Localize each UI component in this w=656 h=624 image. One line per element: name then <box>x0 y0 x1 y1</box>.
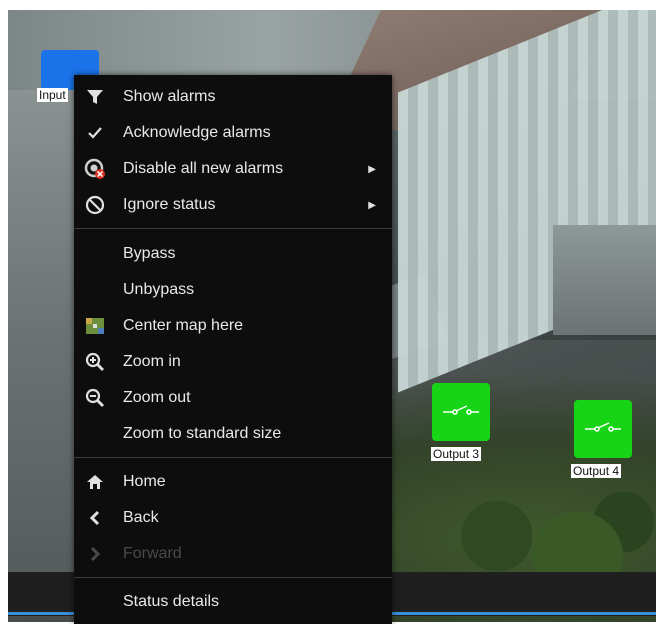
menu-item-disable-all-new-alarms[interactable]: Disable all new alarms ▶ <box>74 151 392 187</box>
zoom-in-icon <box>84 351 106 373</box>
menu-item-label: Zoom out <box>123 389 191 406</box>
menu-item-unbypass[interactable]: Unbypass <box>74 272 392 308</box>
menu-item-bypass[interactable]: Bypass <box>74 236 392 272</box>
menu-item-show-alarms[interactable]: Show alarms <box>74 79 392 115</box>
menu-item-acknowledge-alarms[interactable]: Acknowledge alarms <box>74 115 392 151</box>
menu-item-label: Bypass <box>123 245 176 262</box>
menu-item-back[interactable]: Back <box>74 500 392 536</box>
switch-icon <box>585 422 621 432</box>
menu-item-label: Show alarms <box>123 88 216 105</box>
menu-item-zoom-out[interactable]: Zoom out <box>74 380 392 416</box>
alarm-disable-icon <box>84 158 106 180</box>
menu-item-label: Acknowledge alarms <box>123 124 271 141</box>
no-entry-icon <box>84 194 106 216</box>
output-3-label: Output 3 <box>431 447 482 461</box>
menu-item-label: Center map here <box>123 317 244 334</box>
menu-item-zoom-standard-size[interactable]: Zoom to standard size <box>74 416 392 452</box>
menu-item-label: Home <box>123 473 166 490</box>
menu-item-zoom-in[interactable]: Zoom in <box>74 344 392 380</box>
context-menu: Show alarms Acknowledge alarms Disable a… <box>74 75 392 624</box>
output-4-tile[interactable] <box>574 400 632 458</box>
menu-item-label: Unbypass <box>123 281 195 298</box>
menu-item-center-map-here[interactable]: Center map here <box>74 308 392 344</box>
menu-item-forward[interactable]: Forward <box>74 536 392 572</box>
input-device-label: Input <box>37 88 68 102</box>
menu-item-label: Back <box>123 509 159 526</box>
zoom-out-icon <box>84 387 106 409</box>
filter-icon <box>84 86 106 108</box>
menu-item-label: Disable all new alarms <box>123 160 284 177</box>
map-building-right <box>553 225 656 335</box>
menu-item-home[interactable]: Home <box>74 464 392 500</box>
menu-item-status-details[interactable]: Status details <box>74 584 392 620</box>
map-center-icon <box>84 315 106 337</box>
output-3-tile[interactable] <box>432 383 490 441</box>
checkmark-icon <box>84 122 106 144</box>
map-building-left <box>8 90 78 590</box>
menu-item-label: Ignore status <box>123 196 216 213</box>
menu-item-label: Forward <box>123 545 182 562</box>
menu-separator <box>74 457 392 458</box>
output-4-label: Output 4 <box>571 464 622 478</box>
submenu-arrow-icon: ▶ <box>368 199 376 211</box>
home-icon <box>84 471 106 493</box>
menu-item-ignore-status[interactable]: Ignore status ▶ <box>74 187 392 223</box>
switch-icon <box>443 405 479 415</box>
menu-item-label: Zoom to standard size <box>123 425 282 442</box>
menu-separator <box>74 577 392 578</box>
chevron-left-icon <box>84 507 106 529</box>
chevron-right-icon <box>84 543 106 565</box>
menu-separator <box>74 228 392 229</box>
submenu-arrow-icon: ▶ <box>368 163 376 175</box>
menu-item-label: Status details <box>123 593 220 610</box>
menu-item-label: Zoom in <box>123 353 181 370</box>
